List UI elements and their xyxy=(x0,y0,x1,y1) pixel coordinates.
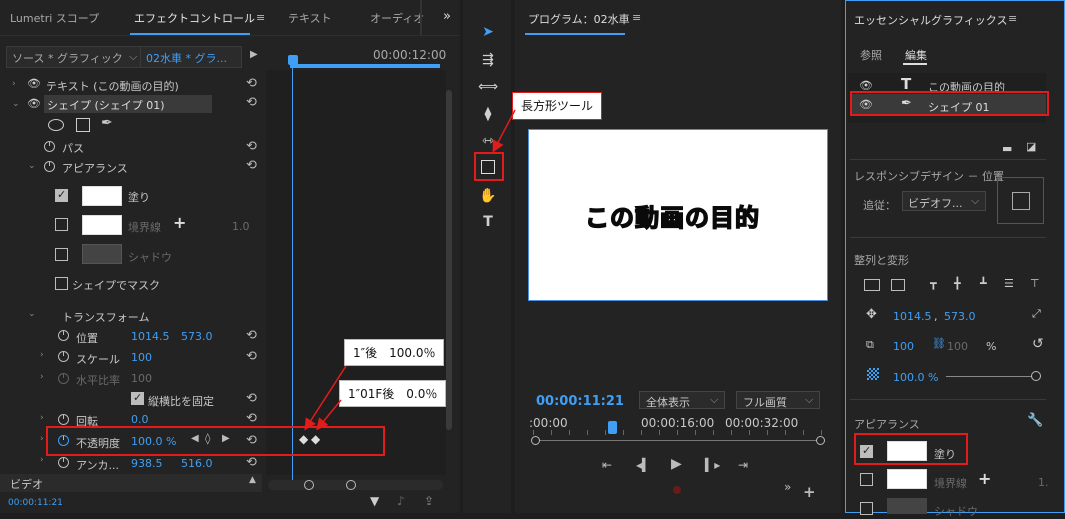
rect-tool-arrow xyxy=(492,109,516,153)
callout-arrows xyxy=(304,109,516,431)
